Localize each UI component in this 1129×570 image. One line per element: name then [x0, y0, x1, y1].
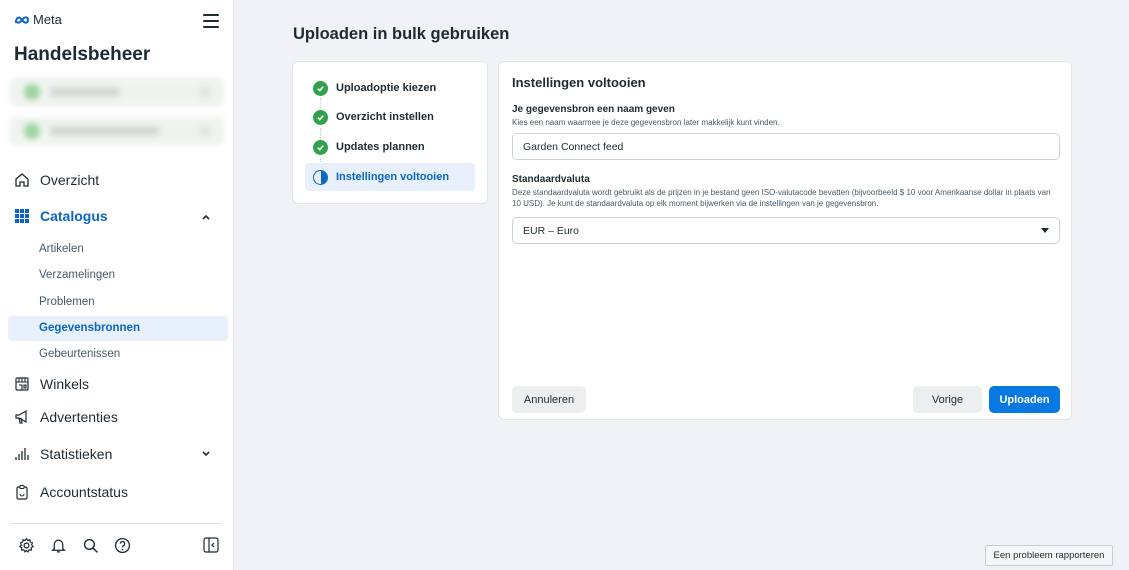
settings-form: Instellingen voltooien Je gegevensbron e… — [498, 61, 1072, 420]
step-uploadoptie[interactable]: Uploadoptie kiezen — [305, 74, 475, 102]
sidebar-item-artikelen[interactable]: Artikelen — [8, 237, 228, 262]
sidebar-footer-icons — [17, 536, 131, 554]
sidebar-item-gegevensbronnen[interactable]: Gegevensbronnen — [8, 316, 228, 341]
sidebar: Meta Handelsbeheer Overzicht Catalogus A… — [0, 0, 234, 570]
chevron-down-icon[interactable] — [201, 449, 211, 459]
shop-icon — [14, 376, 30, 392]
sidebar-item-problemen[interactable]: Problemen — [8, 290, 228, 315]
nav-statistieken[interactable]: Statistieken — [14, 446, 112, 462]
nav-accountstatus-label: Accountstatus — [40, 484, 128, 500]
nav-advertenties[interactable]: Advertenties — [14, 409, 118, 425]
meta-logo-text: Meta — [33, 12, 62, 27]
nav-catalogus-label: Catalogus — [40, 208, 108, 224]
bell-icon[interactable] — [49, 536, 67, 554]
home-icon — [14, 172, 30, 188]
nav-winkels-label: Winkels — [40, 376, 90, 392]
currency-field-help: Deze standaardvaluta wordt gebruikt als … — [512, 188, 1051, 208]
chevron-up-icon[interactable] — [201, 212, 211, 222]
sidebar-item-gebeurtenissen[interactable]: Gebeurtenissen — [8, 342, 228, 367]
menu-icon[interactable] — [203, 14, 219, 28]
meta-logo: Meta — [14, 12, 62, 27]
nav-catalogus[interactable]: Catalogus — [14, 208, 108, 224]
nav-overzicht-label: Overzicht — [40, 172, 100, 188]
step-instellingen[interactable]: Instellingen voltooien — [305, 163, 475, 191]
back-button[interactable]: Vorige — [913, 386, 982, 413]
currency-field-label: Standaardvaluta — [512, 174, 590, 185]
nav-accountstatus[interactable]: Accountstatus — [14, 484, 128, 500]
nav-winkels[interactable]: Winkels — [14, 376, 89, 392]
grid-icon — [14, 208, 30, 224]
page-title: Uploaden in bulk gebruiken — [293, 25, 510, 43]
settings-icon[interactable] — [17, 536, 35, 554]
caret-down-icon — [1041, 228, 1049, 233]
bar-chart-icon — [14, 446, 30, 462]
check-circle-icon — [313, 109, 328, 125]
currency-select-value: EUR – Euro — [523, 224, 580, 237]
report-problem-button[interactable]: Een probleem rapporteren — [985, 545, 1113, 566]
feed-name-input[interactable] — [512, 133, 1060, 160]
megaphone-icon — [14, 409, 30, 425]
business-account-selector[interactable] — [10, 78, 224, 106]
name-field-help: Kies een naam waarmee je deze gegevensbr… — [512, 118, 780, 127]
collapse-sidebar-icon[interactable] — [202, 536, 220, 554]
help-icon[interactable] — [113, 536, 131, 554]
catalog-selector[interactable] — [10, 117, 224, 145]
steps-panel: Uploadoptie kiezen Overzicht instellen U… — [292, 61, 488, 204]
cancel-button[interactable]: Annuleren — [512, 386, 586, 413]
check-circle-icon — [313, 139, 328, 155]
currency-select[interactable]: EUR – Euro — [512, 217, 1060, 244]
form-heading: Instellingen voltooien — [512, 75, 646, 90]
app-title: Handelsbeheer — [14, 44, 151, 65]
name-field-label: Je gegevensbron een naam geven — [512, 104, 675, 115]
half-circle-icon — [313, 169, 328, 185]
step-label: Updates plannen — [336, 141, 425, 153]
step-label: Overzicht instellen — [336, 111, 434, 123]
upload-button[interactable]: Uploaden — [989, 386, 1060, 413]
clipboard-icon — [14, 484, 30, 500]
nav-statistieken-label: Statistieken — [40, 446, 113, 462]
nav-advertenties-label: Advertenties — [40, 409, 118, 425]
nav-overzicht[interactable]: Overzicht — [14, 172, 99, 188]
step-label: Instellingen voltooien — [336, 171, 450, 183]
meta-infinity-icon — [15, 15, 30, 24]
sidebar-divider — [10, 523, 222, 524]
search-icon[interactable] — [81, 536, 99, 554]
step-updates[interactable]: Updates plannen — [305, 133, 475, 161]
step-overzicht[interactable]: Overzicht instellen — [305, 103, 475, 131]
sidebar-item-verzamelingen[interactable]: Verzamelingen — [8, 263, 228, 288]
step-label: Uploadoptie kiezen — [336, 82, 437, 94]
check-circle-icon — [313, 80, 328, 96]
